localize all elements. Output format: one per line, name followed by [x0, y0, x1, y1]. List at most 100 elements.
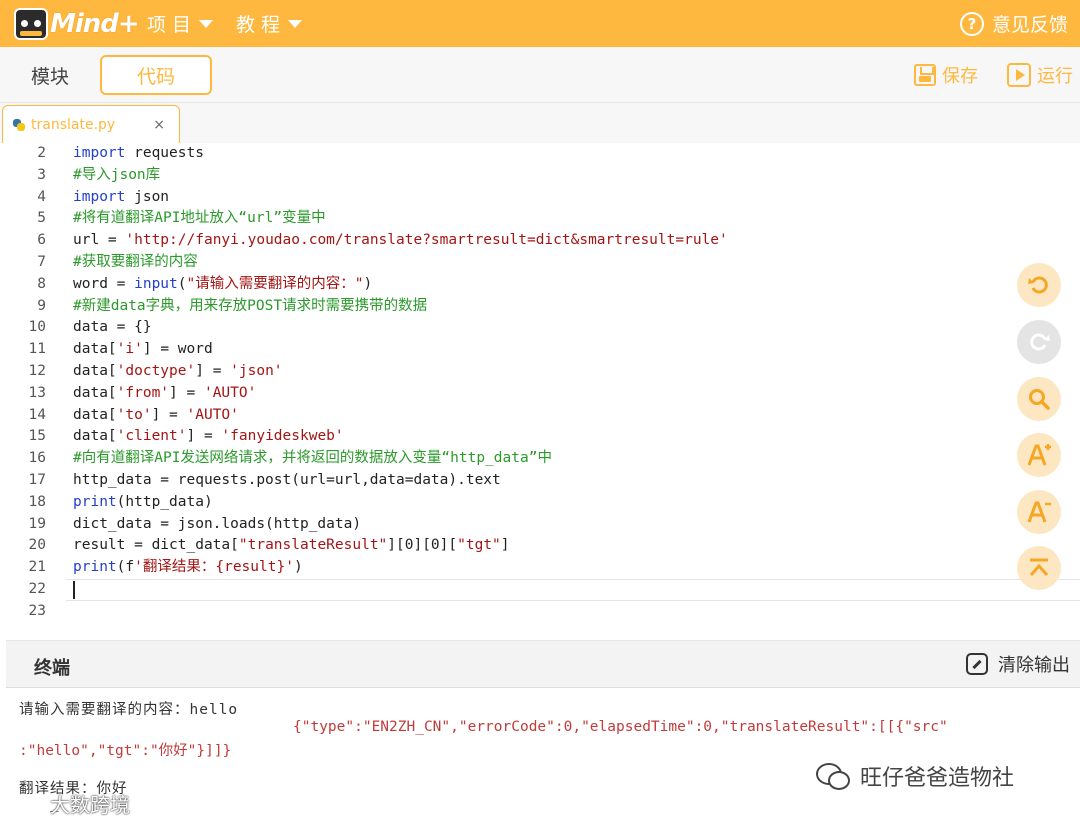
line-number: 15 [28, 428, 46, 445]
file-tab-name: translate.py [31, 117, 116, 133]
close-icon[interactable]: × [153, 117, 165, 133]
code-line[interactable]: 20 result = dict_data["translateResult"][… [0, 535, 1080, 557]
broom-icon [966, 653, 988, 675]
code-text: data = {} [73, 319, 152, 336]
code-line[interactable]: 9 #新建data字典，用来存放POST请求时需要携带的数据 [0, 296, 1080, 318]
run-button[interactable]: 运行 [1007, 47, 1073, 103]
terminal-json-line-2: :"hello","tgt":"你好"}]]} [19, 743, 232, 759]
app-header: Mind+ 项 目 教 程 ? 意见反馈 [0, 0, 1080, 47]
line-number: 23 [28, 602, 46, 619]
save-icon [914, 64, 936, 86]
code-text: data['i'] = word [73, 341, 213, 358]
terminal-json-line-1: {"type":"EN2ZH_CN","errorCode":0,"elapse… [293, 719, 948, 735]
code-text: data['to'] = 'AUTO' [73, 406, 239, 423]
code-line[interactable]: 18 print(http_data) [0, 492, 1080, 514]
line-number: 22 [28, 581, 46, 597]
code-text: print(http_data) [73, 493, 213, 510]
code-text: data['client'] = 'fanyideskweb' [73, 428, 344, 445]
line-number: 16 [28, 450, 46, 467]
terminal-prompt-line: 请输入需要翻译的内容：hello [19, 702, 239, 718]
font-smaller-button[interactable] [1017, 490, 1061, 534]
code-line[interactable]: 22 [0, 579, 1080, 601]
mindplus-logo[interactable]: Mind+ [14, 4, 140, 44]
python-file-icon [13, 119, 25, 131]
code-line[interactable]: 6 url = 'http://fanyi.youdao.com/translat… [0, 230, 1080, 252]
code-text: import requests [73, 145, 204, 161]
code-text: import json [73, 188, 170, 205]
undo-icon [1028, 276, 1048, 294]
wechat-watermark: 旺仔爸爸造物社 [816, 760, 1014, 792]
file-tab-translate[interactable]: translate.py × [2, 105, 180, 144]
chevron-down-icon [199, 19, 214, 28]
code-text: print(f'翻译结果：{result}') [73, 559, 303, 576]
code-line[interactable]: 10 data = {} [0, 317, 1080, 339]
code-line[interactable]: 14 data['to'] = 'AUTO' [0, 405, 1080, 427]
scroll-top-button[interactable] [1017, 546, 1061, 590]
code-line[interactable]: 17 http_data = requests.post(url=url,data… [0, 470, 1080, 492]
menu-project[interactable]: 项 目 [147, 0, 214, 47]
code-text: #导入json库 [73, 166, 161, 183]
code-line[interactable]: 3 #导入json库 [0, 165, 1080, 187]
source-watermark-text: 大数跨境 [50, 793, 130, 817]
code-line[interactable]: 4 import json [0, 187, 1080, 209]
code-line[interactable]: 16 #向有道翻译API发送网络请求，并将返回的数据放入变量“http_data”… [0, 448, 1080, 470]
menu-project-label: 项 目 [147, 14, 192, 36]
line-number: 19 [28, 515, 46, 532]
code-line[interactable]: 13 data['from'] = 'AUTO' [0, 383, 1080, 405]
undo-button[interactable] [1017, 263, 1061, 307]
code-line[interactable]: 15 data['client'] = 'fanyideskweb' [0, 426, 1080, 448]
line-number: 17 [28, 472, 46, 488]
line-number: 13 [28, 384, 46, 401]
tab-blocks-label: 模块 [30, 65, 69, 88]
code-editor[interactable]: 2 import requests 3 #导入json库 4 import json 5 #将… [0, 143, 1080, 635]
file-tabs: translate.py × [0, 103, 1080, 144]
terminal-output[interactable]: 请输入需要翻译的内容：hello {"type":"EN2ZH_CN","err… [0, 688, 1080, 823]
save-button[interactable]: 保存 [914, 47, 978, 103]
code-line[interactable]: 5 #将有道翻译API地址放入“url”变量中 [0, 208, 1080, 230]
terminal-header: 终端 清除输出 [6, 640, 1080, 688]
code-line[interactable]: 23 [0, 601, 1080, 623]
save-label: 保存 [942, 66, 978, 87]
clear-output-label: 清除输出 [998, 655, 1070, 676]
search-button[interactable] [1017, 377, 1061, 421]
code-line[interactable]: 21 print(f'翻译结果：{result}') [0, 557, 1080, 579]
code-line[interactable]: 2 import requests [0, 143, 1080, 165]
line-number: 12 [28, 363, 46, 379]
line-number: 4 [37, 188, 46, 205]
code-line[interactable]: 8 word = input("请输入需要翻译的内容：") [0, 274, 1080, 296]
mode-toolbar: 模块 代码 保存 运行 [0, 47, 1080, 103]
line-number: 20 [28, 537, 46, 554]
tab-code[interactable]: 代码 [100, 55, 212, 95]
menu-tutorial[interactable]: 教 程 [236, 0, 303, 47]
tab-code-label: 代码 [136, 65, 175, 88]
code-text: #获取要翻译的内容 [73, 254, 198, 270]
search-icon [1029, 389, 1050, 410]
code-line[interactable]: 19 dict_data = json.loads(http_data) [0, 514, 1080, 536]
code-line[interactable]: 11 data['i'] = word [0, 339, 1080, 361]
source-watermark: 大数跨境 [4, 789, 130, 818]
chevron-down-icon [288, 19, 303, 28]
feedback-button[interactable]: ? 意见反馈 [959, 0, 1068, 47]
line-number: 11 [28, 341, 46, 358]
logo-text: Mind+ [50, 9, 140, 39]
code-text: word = input("请输入需要翻译的内容：") [73, 275, 373, 292]
tab-blocks[interactable]: 模块 [2, 55, 98, 95]
wechat-icon [816, 763, 850, 790]
scroll-top-icon [1029, 558, 1049, 576]
line-number: 21 [28, 559, 46, 576]
font-larger-button[interactable] [1017, 433, 1061, 477]
feedback-label: 意见反馈 [991, 14, 1068, 36]
line-number: 8 [37, 275, 46, 292]
clear-output-button[interactable]: 清除输出 [966, 651, 1070, 677]
line-number: 9 [37, 297, 46, 314]
robot-logo-icon [14, 8, 48, 40]
play-icon [1007, 63, 1031, 87]
line-number: 5 [37, 210, 46, 227]
code-line[interactable]: 7 #获取要翻译的内容 [0, 252, 1080, 274]
menu-tutorial-label: 教 程 [236, 14, 281, 36]
wechat-account-name: 旺仔爸爸造物社 [860, 766, 1015, 791]
code-line[interactable]: 12 data['doctype'] = 'json' [0, 361, 1080, 383]
code-text: data['from'] = 'AUTO' [73, 384, 257, 401]
redo-button[interactable] [1017, 320, 1061, 364]
line-number: 6 [37, 232, 46, 249]
